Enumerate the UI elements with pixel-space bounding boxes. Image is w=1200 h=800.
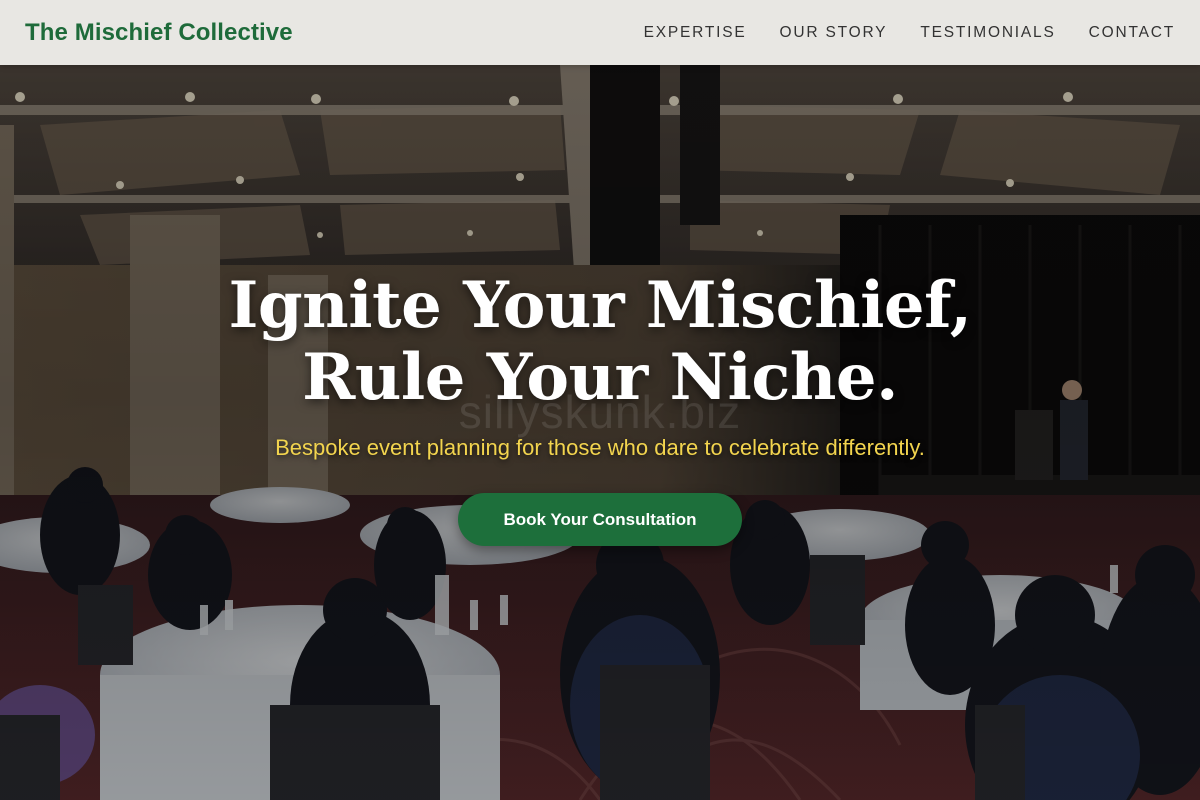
nav-expertise[interactable]: EXPERTISE	[644, 24, 747, 42]
nav-our-story[interactable]: OUR STORY	[780, 24, 888, 42]
main-nav: EXPERTISE OUR STORY TESTIMONIALS CONTACT	[644, 24, 1175, 42]
nav-testimonials[interactable]: TESTIMONIALS	[920, 24, 1055, 42]
book-consultation-button[interactable]: Book Your Consultation	[458, 493, 742, 546]
hero-content: Ignite Your Mischief, Rule Your Niche. s…	[0, 65, 1200, 800]
watermark: sillyskunk.biz	[458, 386, 742, 438]
site-header: The Mischief Collective EXPERTISE OUR ST…	[0, 0, 1200, 65]
hero-subtitle: Bespoke event planning for those who dar…	[275, 435, 925, 460]
hero-section: Ignite Your Mischief, Rule Your Niche. s…	[0, 65, 1200, 800]
brand-logo[interactable]: The Mischief Collective	[25, 19, 293, 47]
nav-contact[interactable]: CONTACT	[1089, 24, 1175, 42]
